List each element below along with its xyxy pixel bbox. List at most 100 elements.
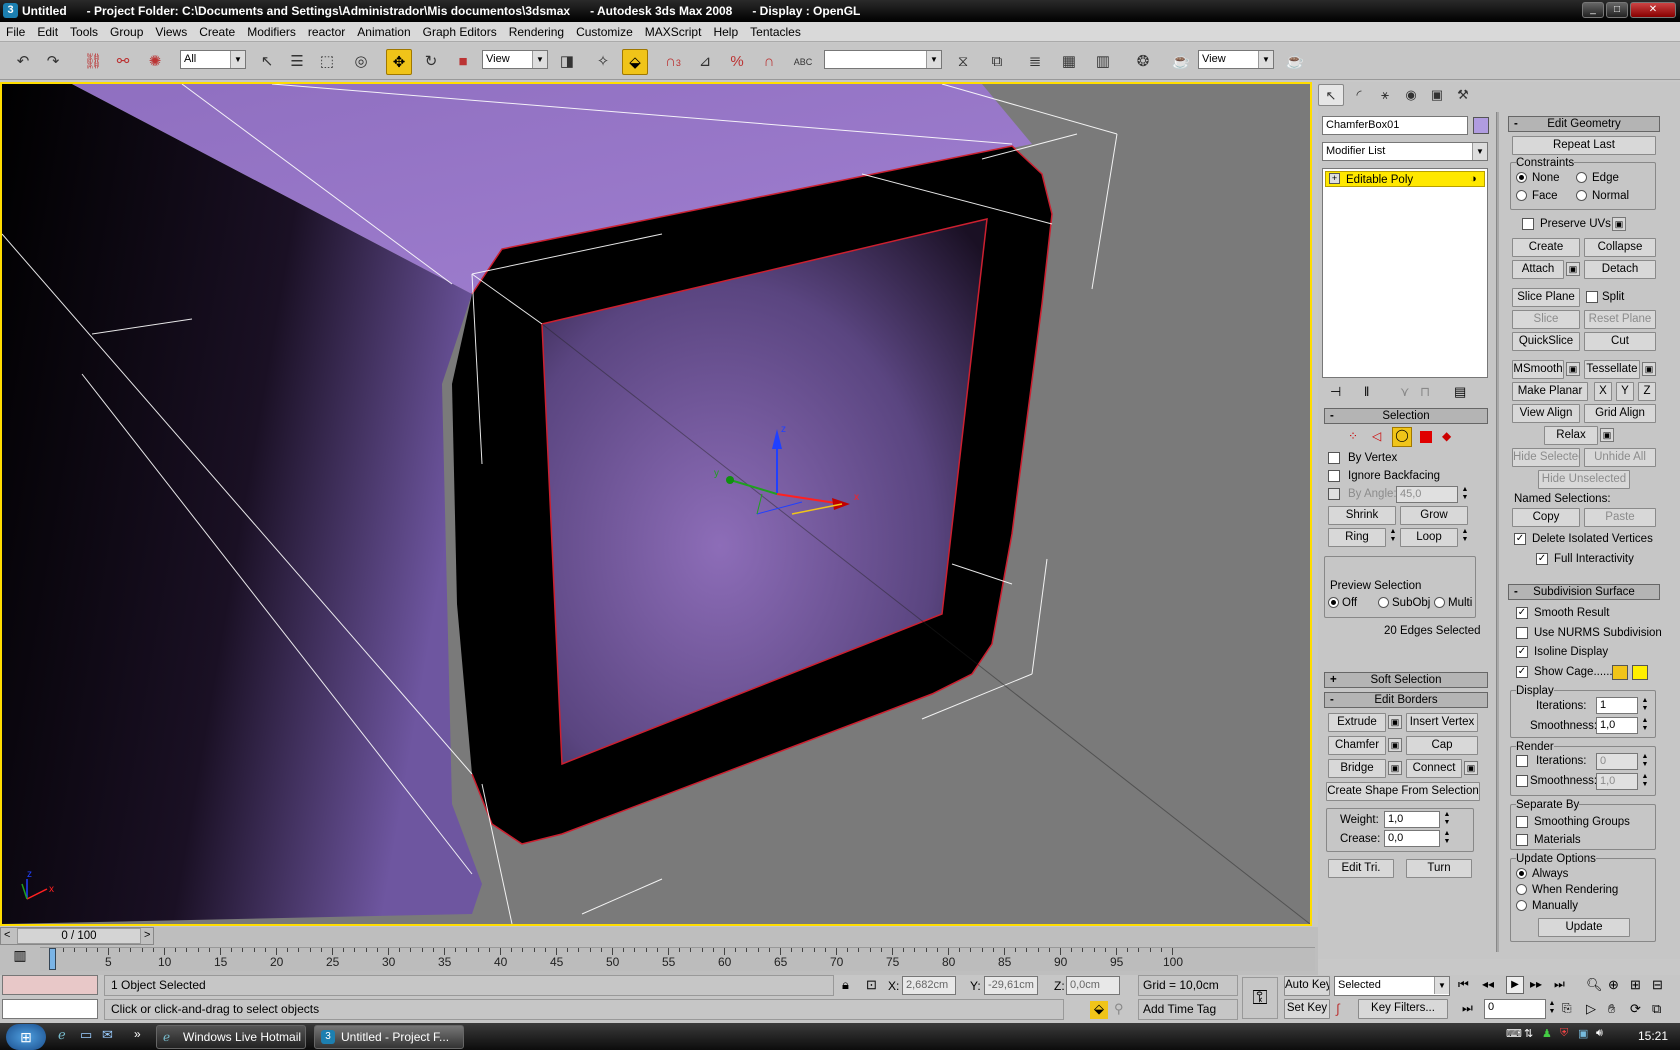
next-frame-icon[interactable]: ▸▸	[1530, 977, 1542, 991]
element-level-icon[interactable]: ◆	[1442, 429, 1451, 443]
iterations-spinner[interactable]: 1	[1596, 697, 1638, 714]
panel-scroll-divider[interactable]	[1496, 112, 1499, 952]
update-manually-radio[interactable]	[1516, 900, 1527, 911]
menu-graph-editors[interactable]: Graph Editors	[417, 22, 503, 42]
quick-launch-icon[interactable]: ✉	[102, 1027, 113, 1043]
select-object-icon[interactable]: ↖	[254, 49, 280, 75]
zoom-extents-icon[interactable]: ⊞	[1630, 977, 1641, 993]
update-button[interactable]: Update	[1538, 918, 1630, 937]
create-tab-icon[interactable]: ↖	[1318, 84, 1344, 106]
planar-y-button[interactable]: Y	[1616, 382, 1634, 401]
preview-multi-radio[interactable]	[1434, 597, 1445, 608]
menu-maxscript[interactable]: MAXScript	[639, 22, 708, 42]
msmooth-button[interactable]: MSmooth	[1512, 360, 1564, 379]
menu-rendering[interactable]: Rendering	[503, 22, 570, 42]
pivot-center-icon[interactable]: ◨	[554, 49, 580, 75]
relax-button[interactable]: Relax	[1544, 426, 1598, 445]
frame-arrows-icon[interactable]: ▲ ▼	[1547, 1000, 1557, 1017]
weight-spinner[interactable]: 1,0	[1384, 811, 1440, 828]
play-icon[interactable]: ▶	[1506, 976, 1524, 994]
planar-z-button[interactable]: Z	[1638, 382, 1656, 401]
time-slider[interactable]: < 0 / 100 >	[0, 927, 154, 945]
cage-selection-color-swatch[interactable]	[1632, 665, 1648, 680]
selection-rollout-header[interactable]: - Selection	[1324, 408, 1488, 424]
attach-list-icon[interactable]: ▣	[1566, 262, 1580, 276]
select-manipulate-icon[interactable]: ✧	[590, 49, 616, 75]
spinner-snap-icon[interactable]: ∩	[756, 49, 782, 75]
use-nurms-checkbox[interactable]	[1516, 627, 1528, 639]
quickslice-button[interactable]: QuickSlice	[1512, 332, 1580, 351]
vertex-level-icon[interactable]: ⁘	[1348, 429, 1358, 443]
remove-modifier-icon[interactable]: ⊓	[1420, 384, 1430, 400]
render-smoothness-arrows-icon[interactable]: ▲ ▼	[1640, 773, 1650, 790]
edit-borders-rollout-header[interactable]: - Edit Borders	[1324, 692, 1488, 708]
align-icon[interactable]: ⧉	[984, 49, 1010, 75]
quick-render-icon[interactable]: ☕	[1282, 49, 1308, 75]
by-vertex-checkbox[interactable]	[1328, 452, 1340, 464]
preserve-uvs-checkbox[interactable]	[1522, 218, 1534, 230]
tray-volume-icon[interactable]: 🔊︎	[1596, 1027, 1603, 1040]
cap-button[interactable]: Cap	[1406, 736, 1478, 755]
perspective-viewport[interactable]: z x y z x	[0, 82, 1312, 926]
hide-selected-button[interactable]: Hide Selected	[1512, 448, 1580, 467]
planar-x-button[interactable]: X	[1594, 382, 1612, 401]
show-desktop-icon[interactable]: ▭	[80, 1027, 92, 1043]
by-angle-spinner[interactable]: 45,0	[1396, 486, 1458, 503]
pan-icon[interactable]: ✋︎	[1608, 1001, 1615, 1017]
menu-group[interactable]: Group	[104, 22, 149, 42]
preview-off-radio[interactable]	[1328, 597, 1339, 608]
add-time-tag-field[interactable]: Add Time Tag	[1138, 999, 1238, 1020]
render-setup-icon[interactable]: ☕	[1168, 49, 1194, 75]
close-icon[interactable]: ✕	[1630, 2, 1676, 18]
constraint-face-radio[interactable]	[1516, 190, 1527, 201]
ring-button[interactable]: Ring	[1328, 528, 1386, 547]
unlink-icon[interactable]: ⚯	[110, 49, 136, 75]
tessellate-settings-icon[interactable]: ▣	[1642, 362, 1656, 376]
bridge-button[interactable]: Bridge	[1328, 759, 1386, 778]
update-when-rendering-radio[interactable]	[1516, 884, 1527, 895]
ignore-backfacing-checkbox[interactable]	[1328, 470, 1340, 482]
stack-item-editable-poly[interactable]: + Editable Poly ◑	[1325, 171, 1485, 187]
key-mode-dropdown[interactable]: Selected ▼	[1334, 976, 1450, 996]
adaptive-degradation-icon[interactable]: ⬙	[1090, 1001, 1108, 1019]
modify-tab-icon[interactable]: ◜	[1346, 84, 1372, 106]
smoothness-spinner[interactable]: 1,0	[1596, 717, 1638, 734]
hide-unselected-button[interactable]: Hide Unselected	[1538, 470, 1630, 489]
reset-plane-button[interactable]: Reset Plane	[1584, 310, 1656, 329]
taskbar-item-3dsmax[interactable]: 3 Untitled - Project F...	[314, 1025, 464, 1049]
constraint-none-radio[interactable]	[1516, 172, 1527, 183]
quick-launch-chevron-icon[interactable]: »	[134, 1027, 141, 1041]
menu-tentacles[interactable]: Tentacles	[744, 22, 807, 42]
select-and-move-icon[interactable]: ✥	[386, 49, 412, 75]
select-and-rotate-icon[interactable]: ↻	[418, 49, 444, 75]
keyboard-shortcut-override-icon[interactable]: ⬙	[622, 49, 648, 75]
grid-align-button[interactable]: Grid Align	[1584, 404, 1656, 423]
spinner-arrows-icon[interactable]: ▲ ▼	[1460, 486, 1470, 503]
taskbar-item-hotmail[interactable]: ℯ Windows Live Hotmail ...	[156, 1025, 306, 1049]
maxscript-listener-pink[interactable]	[2, 975, 98, 995]
auto-key-button[interactable]: Auto Key	[1284, 976, 1330, 996]
percent-snap-icon[interactable]: %	[724, 49, 750, 75]
smooth-result-checkbox[interactable]: ✓	[1516, 607, 1528, 619]
menu-file[interactable]: File	[0, 22, 31, 42]
chamfer-settings-icon[interactable]: ▣	[1388, 738, 1402, 752]
maxscript-listener-white[interactable]	[2, 999, 98, 1019]
isoline-display-checkbox[interactable]: ✓	[1516, 646, 1528, 658]
selection-filter-dropdown[interactable]: All ▼	[180, 50, 246, 69]
time-prev-icon[interactable]: <	[4, 929, 10, 941]
edit-tri-button[interactable]: Edit Tri.	[1328, 859, 1394, 878]
detach-button[interactable]: Detach	[1584, 260, 1656, 279]
object-color-swatch[interactable]	[1473, 117, 1489, 134]
configure-modifier-sets-icon[interactable]: ▤	[1454, 384, 1466, 400]
tray-messenger-icon[interactable]: ♟	[1542, 1027, 1552, 1040]
menu-animation[interactable]: Animation	[351, 22, 416, 42]
render-smoothness-spinner[interactable]: 1,0	[1596, 773, 1638, 790]
orbit-icon[interactable]: ⟳	[1630, 1001, 1641, 1017]
undo-icon[interactable]: ↶	[10, 49, 36, 75]
menu-tools[interactable]: Tools	[64, 22, 104, 42]
tray-network-icon[interactable]: ⇅	[1524, 1027, 1533, 1040]
loop-spinner-icon[interactable]: ▲ ▼	[1460, 528, 1470, 545]
zoom-extents-all-icon[interactable]: ⊟	[1652, 977, 1663, 993]
weight-arrows-icon[interactable]: ▲ ▼	[1442, 811, 1452, 828]
constraint-normal-radio[interactable]	[1576, 190, 1587, 201]
